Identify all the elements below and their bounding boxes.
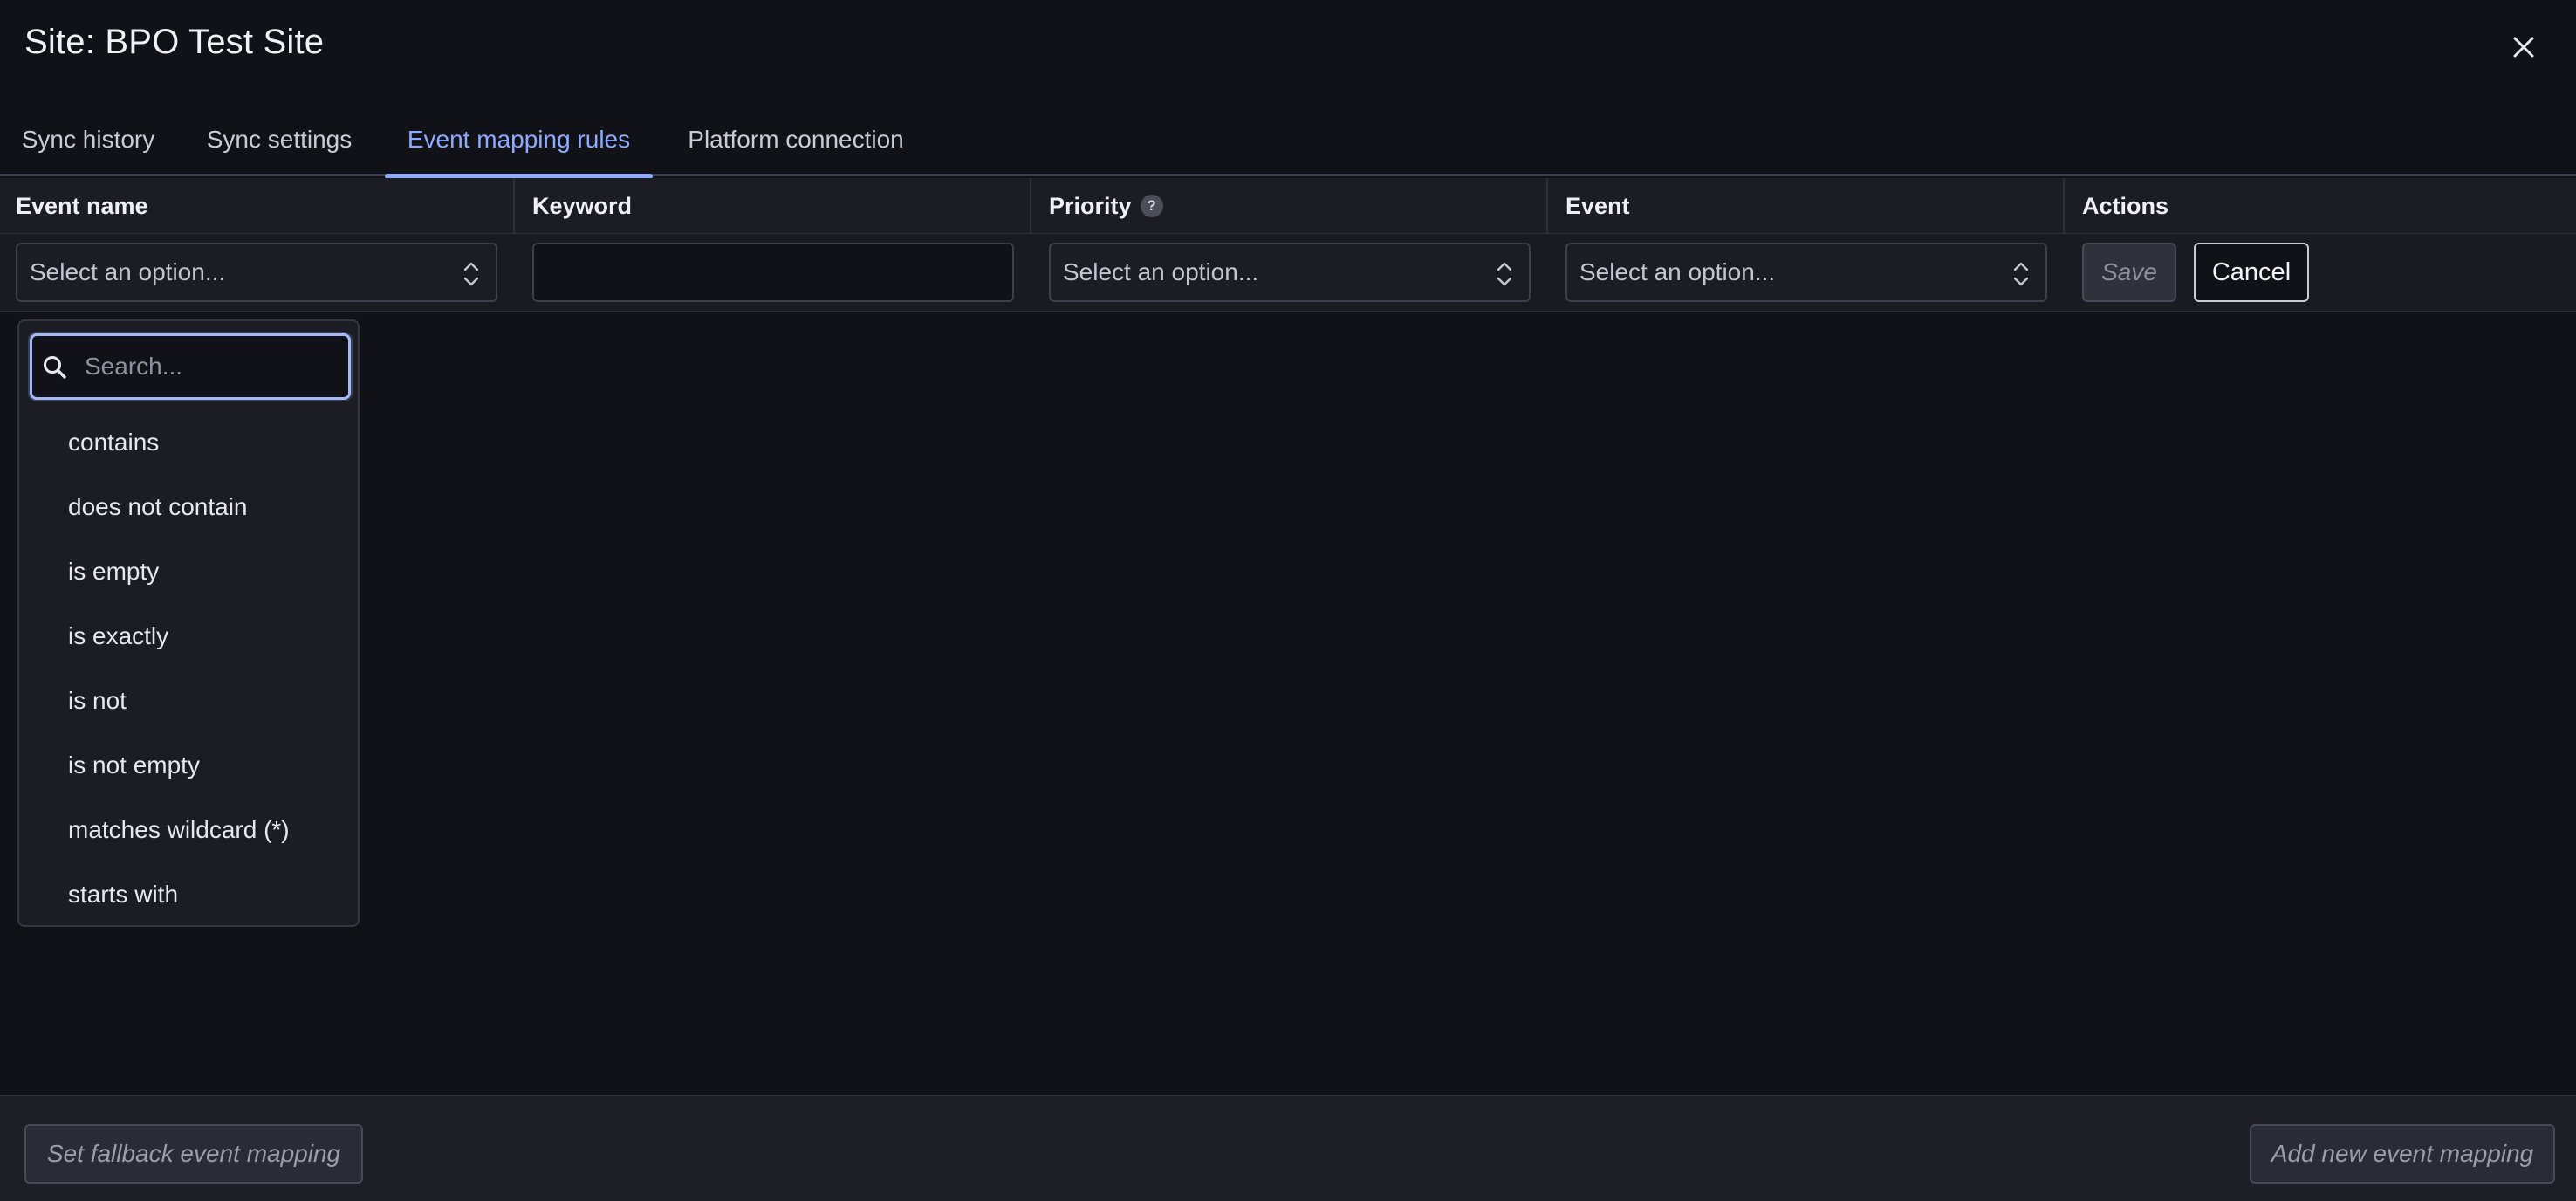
dialog-footer: Set fallback event mapping Add new event…	[0, 1095, 2576, 1201]
search-icon	[44, 356, 66, 379]
add-event-mapping-button[interactable]: Add new event mapping	[2250, 1124, 2555, 1184]
close-button[interactable]	[2506, 30, 2541, 65]
tab-bar: Sync history Sync settings Event mapping…	[0, 103, 2576, 179]
dropdown-option[interactable]: is empty	[19, 539, 358, 604]
dropdown-option[interactable]: is exactly	[19, 604, 358, 669]
column-header-label: Event name	[16, 192, 148, 219]
cancel-button[interactable]: Cancel	[2194, 243, 2309, 302]
priority-select[interactable]: Select an option...	[1049, 243, 1531, 302]
event-mapping-dialog: Site: BPO Test Site Sync history Sync se…	[0, 0, 2576, 1201]
tab-sync-settings[interactable]: Sync settings	[197, 103, 361, 176]
help-icon[interactable]: ?	[1140, 195, 1163, 217]
dropdown-option[interactable]: matches wildcard (*)	[19, 798, 358, 862]
table-header: Event name Keyword Priority ? Event Acti…	[0, 178, 2576, 234]
column-header-label: Keyword	[532, 192, 633, 219]
event-name-dropdown: contains does not contain is empty is ex…	[17, 319, 360, 927]
dropdown-option[interactable]: contains	[19, 410, 358, 475]
dialog-header: Site: BPO Test Site	[0, 0, 2576, 96]
dropdown-option[interactable]: is not empty	[19, 733, 358, 798]
tab-sync-history[interactable]: Sync history	[19, 103, 157, 176]
select-placeholder: Select an option...	[1063, 258, 1259, 285]
chevron-up-down-icon	[1497, 262, 1512, 286]
event-name-select[interactable]: Select an option...	[16, 243, 497, 302]
dropdown-search	[30, 333, 351, 400]
column-header-actions: Actions	[2065, 178, 2576, 234]
chevron-up-down-icon	[463, 262, 479, 286]
chevron-up-down-icon	[2013, 262, 2029, 286]
tab-event-mapping-rules[interactable]: Event mapping rules	[385, 103, 653, 179]
dropdown-option[interactable]: does not contain	[19, 475, 358, 539]
column-header-event: Event	[1548, 178, 2065, 234]
column-header-event-name: Event name	[0, 178, 515, 234]
dropdown-option[interactable]: starts with	[19, 862, 358, 927]
set-fallback-mapping-button[interactable]: Set fallback event mapping	[24, 1124, 363, 1184]
select-placeholder: Select an option...	[1579, 258, 1776, 285]
event-select[interactable]: Select an option...	[1565, 243, 2047, 302]
dialog-title: Site: BPO Test Site	[24, 23, 325, 61]
select-placeholder: Select an option...	[30, 258, 226, 285]
column-header-label: Priority	[1049, 192, 1132, 219]
keyword-input[interactable]	[532, 243, 1014, 302]
column-header-label: Event	[1565, 192, 1630, 219]
close-icon	[2513, 37, 2534, 58]
table-row-editing: Select an option... Select an option... …	[0, 234, 2576, 312]
tab-platform-connection[interactable]: Platform connection	[682, 103, 909, 176]
dropdown-option[interactable]: is not	[19, 669, 358, 733]
column-header-keyword: Keyword	[515, 178, 1031, 234]
save-button[interactable]: Save	[2082, 243, 2176, 302]
column-header-priority: Priority ?	[1031, 178, 1548, 234]
dropdown-search-input[interactable]	[85, 336, 346, 397]
column-header-label: Actions	[2082, 192, 2169, 219]
